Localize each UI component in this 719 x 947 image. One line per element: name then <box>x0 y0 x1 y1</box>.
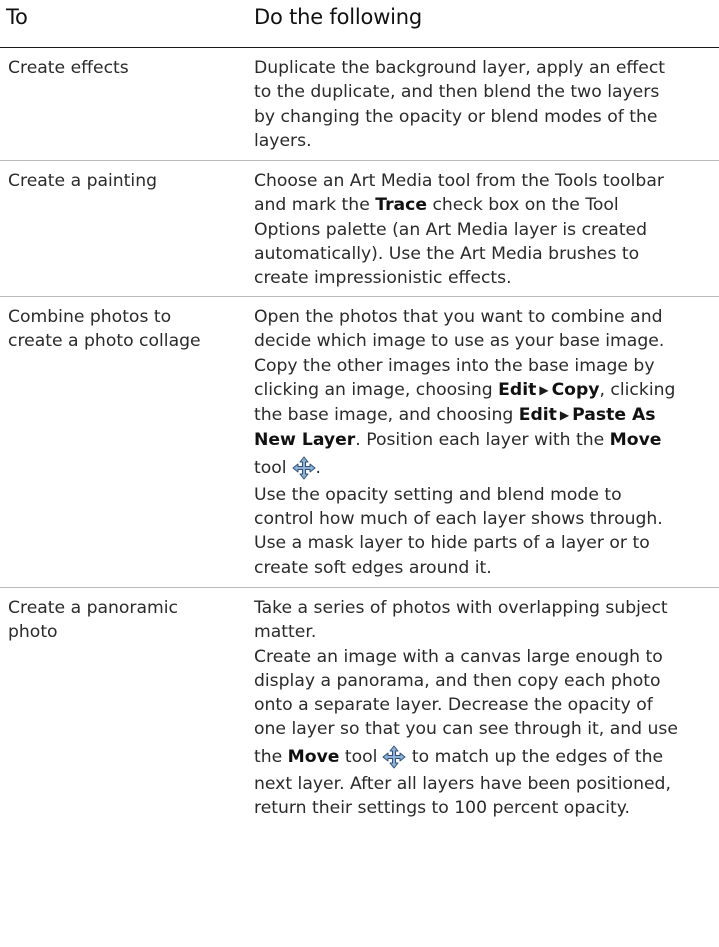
menu-term-copy: Copy <box>551 379 600 400</box>
column-header-do: Do the following <box>254 5 423 29</box>
table-row: Create a panoramic photo Take a series o… <box>0 588 719 947</box>
menu-term-paste-as-new-layer: Paste As <box>572 405 656 426</box>
tool-term-move: Move <box>609 430 662 451</box>
menu-arrow-icon: ▶ <box>559 408 570 423</box>
instruction-cell: Open the photos that you want to combine… <box>254 307 676 578</box>
instruction-cell: Duplicate the background layer, apply an… <box>254 58 666 151</box>
tool-term-move: Move <box>287 746 340 767</box>
instruction-cell: Choose an Art Media tool from the Tools … <box>254 171 664 289</box>
menu-term-edit: Edit <box>498 379 537 400</box>
table-row: Create a painting Choose an Art Media to… <box>0 161 719 297</box>
task-cell: Create a painting <box>8 171 157 191</box>
table-row: Create effects Duplicate the background … <box>0 48 719 161</box>
task-cell: Create a panoramic photo <box>8 598 178 643</box>
table-row: Combine photos to create a photo collage… <box>0 297 719 588</box>
menu-term-new-layer: New Layer <box>254 430 356 451</box>
instruction-cell: Take a series of photos with overlapping… <box>254 598 678 819</box>
task-cell: Create effects <box>8 58 129 78</box>
table-header: To Do the following <box>0 0 719 48</box>
menu-arrow-icon: ▶ <box>539 382 549 397</box>
move-tool-icon <box>382 745 406 769</box>
menu-term-edit: Edit <box>518 405 557 426</box>
move-tool-icon <box>292 456 316 480</box>
ui-term-trace: Trace <box>375 195 427 216</box>
column-header-to: To <box>6 5 28 29</box>
task-cell: Combine photos to create a photo collage <box>8 307 201 352</box>
